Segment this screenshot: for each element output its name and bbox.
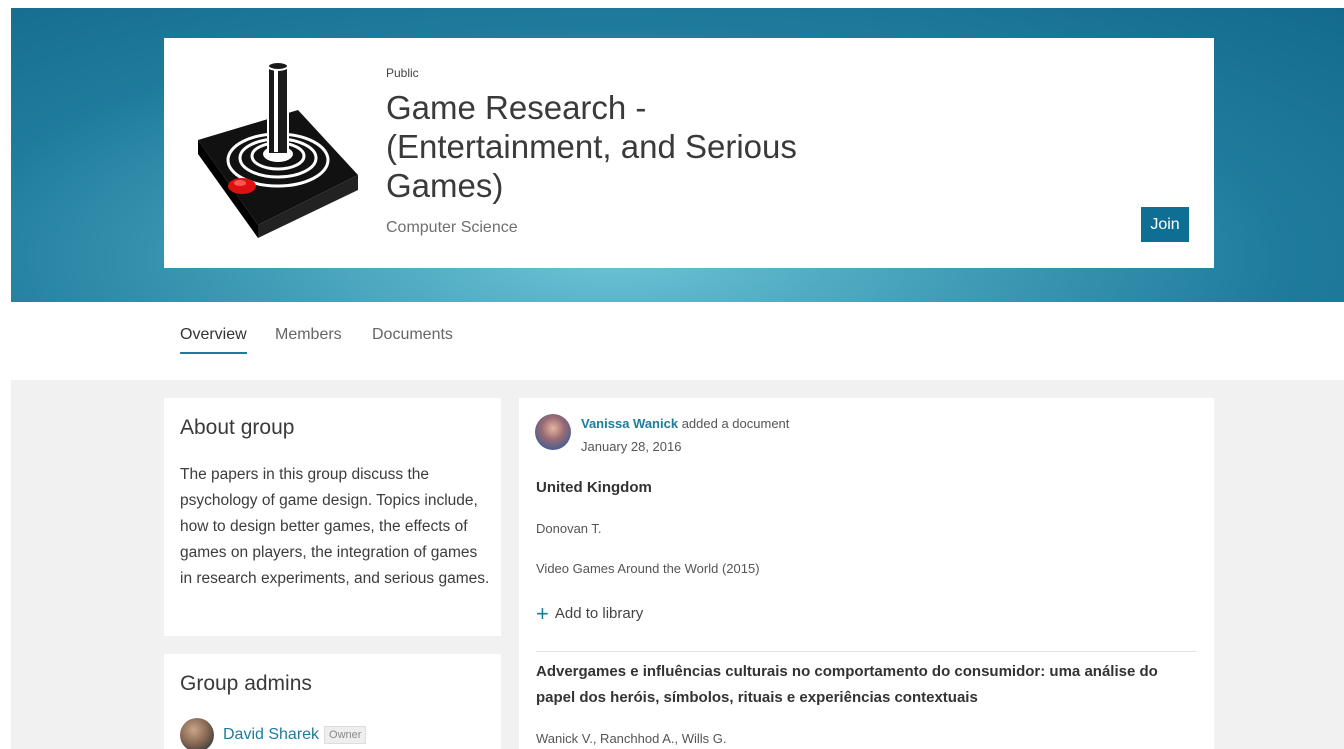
owner-badge: Owner xyxy=(324,726,367,744)
activity-date: January 28, 2016 xyxy=(581,439,682,454)
plus-icon: + xyxy=(536,600,549,626)
about-group-heading: About group xyxy=(180,416,295,439)
about-group-card: About group The papers in this group dis… xyxy=(164,398,501,636)
group-title: Game Research - (Entertainment, and Seri… xyxy=(386,89,797,204)
admin-item: David Sharek Owner xyxy=(180,718,367,749)
tab-documents[interactable]: Documents xyxy=(372,326,453,352)
visibility-label: Public xyxy=(386,66,419,80)
group-admins-heading: Group admins xyxy=(180,672,312,695)
joystick-logo-icon xyxy=(198,61,358,238)
document-source: Video Games Around the World (2015) xyxy=(536,561,760,576)
group-discipline: Computer Science xyxy=(386,219,518,236)
join-button[interactable]: Join xyxy=(1141,207,1189,242)
document-authors: Donovan T. xyxy=(536,521,602,536)
document-title[interactable]: Advergames e influências culturais no co… xyxy=(536,659,1186,711)
divider xyxy=(536,651,1196,652)
activity-header: Vanissa Wanick added a document xyxy=(581,416,789,431)
activity-action: added a document xyxy=(681,416,790,431)
add-to-library-label: Add to library xyxy=(554,605,644,622)
admin-name-link[interactable]: David Sharek xyxy=(223,726,319,744)
tab-overview[interactable]: Overview xyxy=(180,326,247,354)
avatar[interactable] xyxy=(535,414,571,450)
group-header-card: Public Game Research - (Entertainment, a… xyxy=(164,38,1214,268)
add-to-library-button[interactable]: + Add to library xyxy=(536,600,644,626)
activity-user-link[interactable]: Vanissa Wanick xyxy=(581,416,678,431)
avatar[interactable] xyxy=(180,718,214,749)
document-title[interactable]: United Kingdom xyxy=(536,475,1186,501)
activity-feed-card: Vanissa Wanick added a document January … xyxy=(519,398,1214,749)
document-authors: Wanick V., Ranchhod A., Wills G. xyxy=(536,731,727,746)
group-admins-card: Group admins David Sharek Owner xyxy=(164,654,501,749)
tab-members[interactable]: Members xyxy=(275,326,342,352)
about-group-description: The papers in this group discuss the psy… xyxy=(180,466,490,587)
